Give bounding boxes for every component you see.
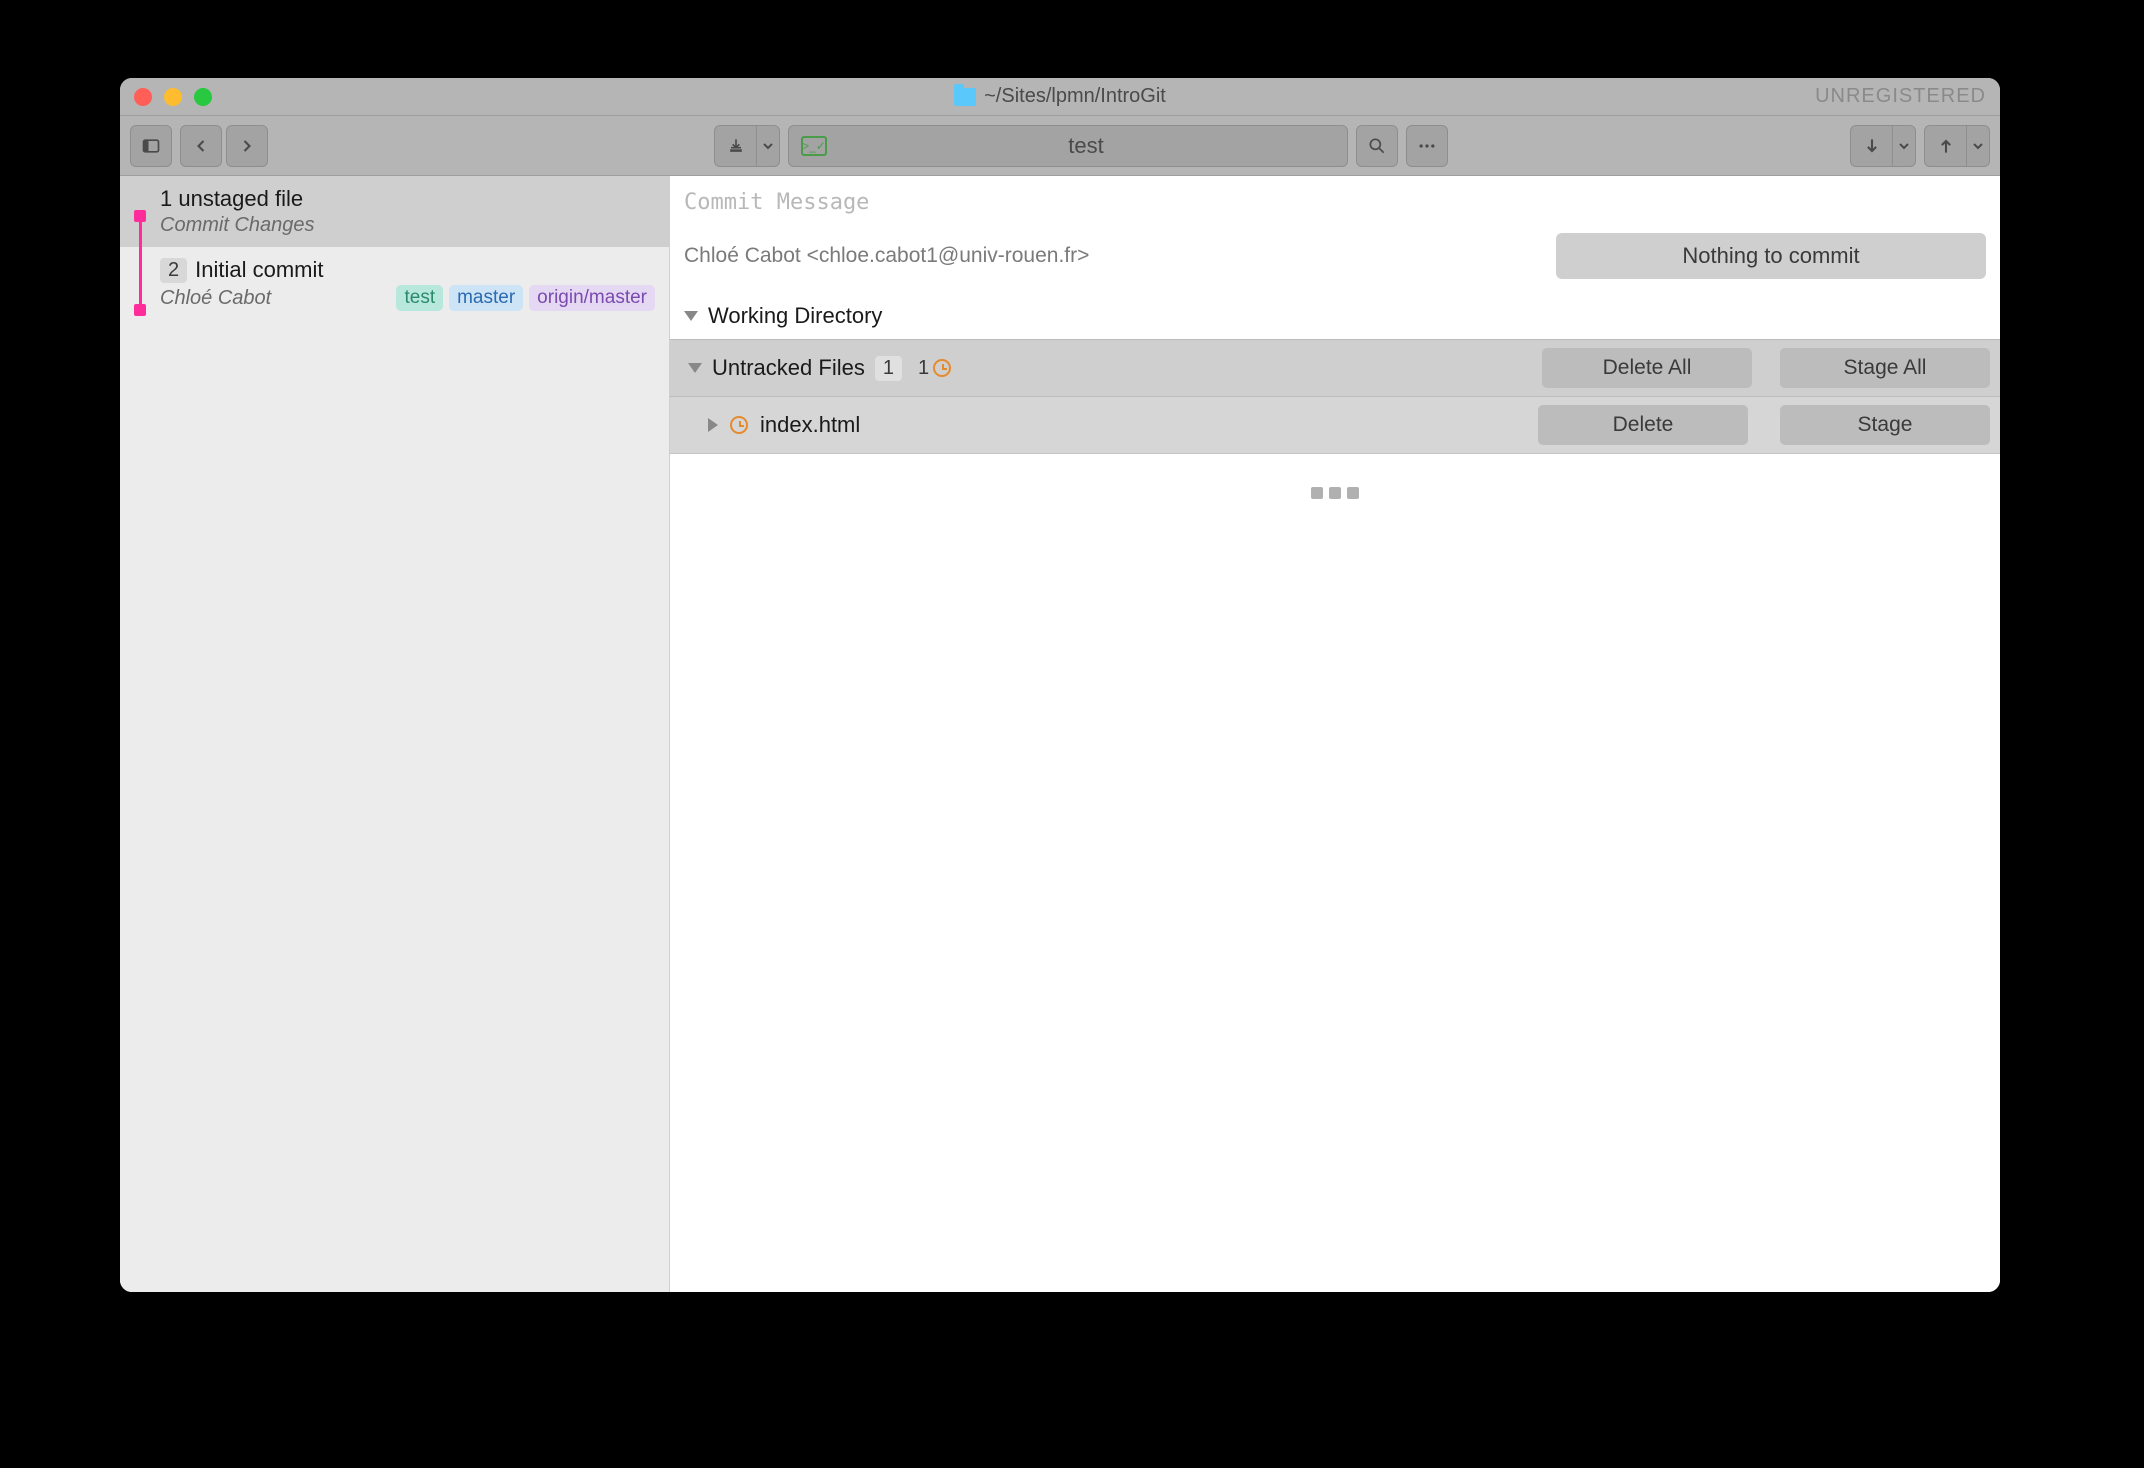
ellipsis-icon [1417, 136, 1437, 156]
loading-indicator [670, 454, 2000, 530]
file-name: index.html [760, 412, 860, 438]
back-button[interactable] [180, 125, 222, 167]
stash-dropdown-button[interactable] [756, 125, 780, 167]
commit-title-row: 2 Initial commit [160, 257, 655, 283]
working-directory-label: Working Directory [708, 303, 882, 329]
toggle-sidebar-button[interactable] [130, 125, 172, 167]
working-directory-header[interactable]: Working Directory [670, 293, 2000, 339]
stash-icon [726, 136, 746, 156]
branch-tags: test master origin/master [396, 285, 655, 311]
more-button[interactable] [1406, 125, 1448, 167]
uncommitted-title: 1 unstaged file [160, 186, 655, 212]
graph-dot [134, 210, 146, 222]
graph-line [139, 222, 142, 304]
dot-icon [1347, 487, 1359, 499]
untracked-count-badge: 1 [875, 356, 902, 381]
close-window-button[interactable] [134, 88, 152, 106]
zoom-window-button[interactable] [194, 88, 212, 106]
push-button-group [1924, 125, 1990, 167]
commit-message-area[interactable]: Commit Message [670, 176, 2000, 219]
commit-message-placeholder: Commit Message [684, 190, 1986, 215]
delete-all-button[interactable]: Delete All [1542, 348, 1752, 388]
clock-icon [730, 416, 748, 434]
disclosure-down-icon [688, 363, 702, 373]
author-identity: Chloé Cabot <chloe.cabot1@univ-rouen.fr> [684, 244, 1089, 268]
untracked-label: Untracked Files [712, 355, 865, 381]
untracked-files-header[interactable]: Untracked Files 1 1 Delete All Stage All [670, 339, 2000, 397]
registration-status: UNREGISTERED [1815, 85, 1986, 108]
terminal-icon: >_✓ [801, 136, 827, 156]
nav-buttons [180, 125, 268, 167]
chevron-right-icon [237, 136, 257, 156]
chevron-down-icon [1973, 142, 1983, 150]
commit-meta-row: Chloé Cabot test master origin/master [160, 285, 655, 311]
pending-count: 1 [918, 357, 929, 380]
branch-tag-master[interactable]: master [449, 285, 523, 311]
branch-tag-test[interactable]: test [396, 285, 443, 311]
uncommitted-changes-item[interactable]: 1 unstaged file Commit Changes [120, 176, 669, 247]
search-button[interactable] [1356, 125, 1398, 167]
arrow-down-icon [1862, 136, 1882, 156]
commit-item[interactable]: 2 Initial commit Chloé Cabot test master… [120, 247, 669, 321]
file-row[interactable]: index.html Delete Stage [670, 397, 2000, 454]
commit-title-text: Initial commit [195, 257, 323, 283]
pending-badge: 1 [912, 356, 957, 381]
branch-tag-origin-master[interactable]: origin/master [529, 285, 655, 311]
chevron-down-icon [1899, 142, 1909, 150]
body: 1 unstaged file Commit Changes 2 Initial… [120, 176, 2000, 1292]
pull-button[interactable] [1850, 125, 1892, 167]
pull-dropdown-button[interactable] [1892, 125, 1916, 167]
sidebar: 1 unstaged file Commit Changes 2 Initial… [120, 176, 670, 1292]
sidebar-icon [141, 136, 161, 156]
author-row: Chloé Cabot <chloe.cabot1@univ-rouen.fr>… [670, 219, 2000, 293]
delete-file-button[interactable]: Delete [1538, 405, 1748, 445]
minimize-window-button[interactable] [164, 88, 182, 106]
clock-icon [933, 359, 951, 377]
graph-dot [134, 304, 146, 316]
dot-icon [1311, 487, 1323, 499]
app-window: ~/Sites/lpmn/IntroGit UNREGISTERED > [120, 78, 2000, 1292]
commit-count-badge: 2 [160, 258, 187, 283]
window-title-text: ~/Sites/lpmn/IntroGit [984, 85, 1166, 108]
folder-icon [954, 88, 976, 106]
stage-file-button[interactable]: Stage [1780, 405, 1990, 445]
stage-all-button[interactable]: Stage All [1780, 348, 1990, 388]
branch-name: test [837, 133, 1335, 159]
main-panel: Commit Message Chloé Cabot <chloe.cabot1… [670, 176, 2000, 1292]
search-icon [1367, 136, 1387, 156]
push-dropdown-button[interactable] [1966, 125, 1990, 167]
disclosure-down-icon [684, 311, 698, 321]
dot-icon [1329, 487, 1341, 499]
toolbar: >_✓ test [120, 116, 2000, 176]
traffic-lights [134, 88, 212, 106]
push-button[interactable] [1924, 125, 1966, 167]
arrow-up-icon [1936, 136, 1956, 156]
commit-author: Chloé Cabot [160, 287, 271, 310]
window-title: ~/Sites/lpmn/IntroGit [120, 85, 2000, 108]
chevron-left-icon [191, 136, 211, 156]
stash-button[interactable] [714, 125, 756, 167]
commit-button[interactable]: Nothing to commit [1556, 233, 1986, 279]
branch-selector[interactable]: >_✓ test [788, 125, 1348, 167]
stash-button-group [714, 125, 780, 167]
disclosure-right-icon [708, 418, 718, 432]
uncommitted-subtitle: Commit Changes [160, 214, 655, 237]
pull-button-group [1850, 125, 1916, 167]
titlebar: ~/Sites/lpmn/IntroGit UNREGISTERED [120, 78, 2000, 116]
chevron-down-icon [763, 142, 773, 150]
forward-button[interactable] [226, 125, 268, 167]
